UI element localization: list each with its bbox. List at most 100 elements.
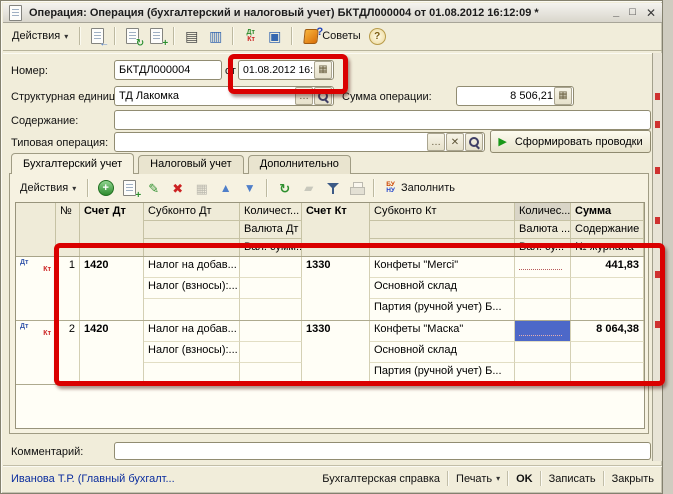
qty-kt-cell[interactable] <box>515 299 571 320</box>
subconto-dt-cell[interactable]: Налог (взносы):... <box>144 278 240 299</box>
fill-button[interactable]: БУНУ Заполнить <box>381 180 460 197</box>
ellipsis-button[interactable]: … <box>295 87 313 105</box>
account-dt-cell[interactable]: 1420 <box>80 321 144 384</box>
qty-dt-cell[interactable] <box>240 363 302 384</box>
header-cur-sum-kt[interactable]: Вал. су... <box>515 239 571 256</box>
subconto-dt-cell[interactable]: Налог на добав... <box>144 257 240 278</box>
qty-dt-cell[interactable] <box>240 257 302 278</box>
save-row-button[interactable]: ▦ <box>191 178 212 199</box>
header-qty-dt[interactable]: Количест... <box>240 203 302 221</box>
subconto-kt-cell[interactable]: Партия (ручной учет) Б... <box>370 299 515 320</box>
header-currency-kt[interactable]: Валюта ... <box>515 221 571 239</box>
journal-cell[interactable] <box>571 363 644 384</box>
operation-sum-field[interactable]: 8 506,21 ▦ <box>456 86 574 106</box>
structure-list-button[interactable]: ▤ <box>181 26 202 47</box>
add-row-button[interactable]: + <box>95 178 116 199</box>
header-acct-kt[interactable]: Счет Кт <box>302 203 370 256</box>
subconto-kt-cell[interactable]: Партия (ручной учет) Б... <box>370 363 515 384</box>
journal-button[interactable]: ▣ <box>264 26 285 47</box>
search-icon[interactable] <box>314 87 332 105</box>
advice-button[interactable]: ? Советы <box>299 27 365 46</box>
close-button[interactable]: Закрыть <box>612 473 654 485</box>
ellipsis-button[interactable]: … <box>427 133 445 151</box>
header-sum[interactable]: Сумма <box>571 203 644 221</box>
header-sub-dt[interactable]: Субконто Дт <box>144 203 240 221</box>
copy-document-button[interactable]: + <box>146 26 167 47</box>
move-up-button[interactable]: ▲ <box>215 178 236 199</box>
row-marker-cell[interactable]: Дт Кт <box>16 321 56 384</box>
subconto-dt-cell[interactable] <box>144 299 240 320</box>
sum-cell[interactable]: 441,83 <box>571 257 644 278</box>
subconto-kt-cell[interactable]: Основной склад <box>370 278 515 299</box>
move-down-button[interactable]: ▼ <box>239 178 260 199</box>
refresh-table-button[interactable]: ↻ <box>274 178 295 199</box>
qty-dt-cell[interactable] <box>240 299 302 320</box>
close-icon[interactable]: ✕ <box>646 7 656 19</box>
qty-kt-cell[interactable] <box>515 363 571 384</box>
typical-operation-field[interactable]: … ✕ <box>114 132 485 152</box>
qty-kt-cell[interactable] <box>515 257 571 278</box>
qty-dt-cell[interactable] <box>240 321 302 342</box>
header-journal-num[interactable]: № журнала <box>571 239 644 256</box>
comment-field[interactable] <box>114 442 651 460</box>
row-number-cell[interactable]: 2 <box>56 321 80 384</box>
account-kt-cell[interactable]: 1330 <box>302 321 370 384</box>
subconto-kt-cell[interactable]: Конфеты "Merci" <box>370 257 515 278</box>
header-acct-dt[interactable]: Счет Дт <box>80 203 144 256</box>
header-marker[interactable] <box>16 203 56 256</box>
subconto-dt-cell[interactable]: Налог на добав... <box>144 321 240 342</box>
qty-kt-cell[interactable] <box>515 278 571 299</box>
ok-button[interactable]: OK <box>516 473 533 485</box>
calendar-icon[interactable]: ▦ <box>314 61 332 79</box>
header-sub-dt-3[interactable] <box>144 239 240 256</box>
header-cur-sum-dt[interactable]: Вал. сумм... <box>240 239 302 256</box>
qty-dt-cell[interactable] <box>240 278 302 299</box>
generate-postings-button[interactable]: ▶ Сформировать проводки <box>490 130 651 153</box>
header-num[interactable]: № <box>56 203 80 256</box>
refresh-document-button[interactable]: ↻ <box>122 26 143 47</box>
delete-row-button[interactable]: ✖ <box>167 178 188 199</box>
header-qty-kt[interactable]: Количес... <box>515 203 571 221</box>
reread-document-button[interactable]: ← <box>87 26 108 47</box>
filter-settings-button[interactable] <box>322 178 343 199</box>
edit-row-button[interactable]: ✎ <box>143 178 164 199</box>
print-table-button[interactable] <box>346 178 367 199</box>
qty-kt-cell[interactable] <box>515 342 571 363</box>
subconto-dt-cell[interactable] <box>144 363 240 384</box>
accounting-reference-button[interactable]: Бухгалтерская справка <box>322 473 440 485</box>
selected-qty-kt-cell[interactable] <box>515 321 571 342</box>
journal-cell[interactable] <box>571 299 644 320</box>
table-actions-menu-button[interactable]: Действия ▾ <box>15 180 81 196</box>
content-cell[interactable] <box>571 342 644 363</box>
actions-menu-button[interactable]: Действия ▾ <box>7 28 73 44</box>
account-kt-cell[interactable]: 1330 <box>302 257 370 320</box>
subconto-kt-cell[interactable]: Конфеты "Маска" <box>370 321 515 342</box>
tab-accounting[interactable]: Бухгалтерский учет <box>11 153 134 174</box>
row-marker-cell[interactable]: Дт Кт <box>16 257 56 320</box>
date-field[interactable]: 01.08.2012 16:12:09 ▦ <box>238 60 334 80</box>
header-sub-dt-2[interactable] <box>144 221 240 239</box>
row-number-cell[interactable]: 1 <box>56 257 80 320</box>
show-postings-button[interactable]: Дт Кт <box>240 26 261 47</box>
content-cell[interactable] <box>571 278 644 299</box>
subconto-dt-cell[interactable]: Налог (взносы):... <box>144 342 240 363</box>
right-scroll-strip[interactable] <box>652 53 662 461</box>
reset-button[interactable]: ▰ <box>298 178 319 199</box>
clear-icon[interactable]: ✕ <box>446 133 464 151</box>
tab-tax[interactable]: Налоговый учет <box>138 155 244 174</box>
content-field[interactable] <box>114 110 651 130</box>
minimize-icon[interactable]: _ <box>613 7 619 18</box>
number-field[interactable]: БКТДЛ000004 <box>114 60 222 80</box>
help-icon[interactable]: ? <box>369 28 386 45</box>
header-sub-kt-3[interactable] <box>370 239 515 256</box>
title-bar[interactable]: Операция: Операция (бухгалтерский и нало… <box>3 3 662 23</box>
qty-dt-cell[interactable] <box>240 342 302 363</box>
maximize-icon[interactable]: □ <box>629 7 636 18</box>
subconto-kt-cell[interactable]: Основной склад <box>370 342 515 363</box>
print-button[interactable]: Печать ▾ <box>456 473 500 485</box>
header-currency-dt[interactable]: Валюта Дт <box>240 221 302 239</box>
account-dt-cell[interactable]: 1420 <box>80 257 144 320</box>
header-sub-kt[interactable]: Субконто Кт <box>370 203 515 221</box>
tab-additional[interactable]: Дополнительно <box>248 155 351 174</box>
responsible-user-link[interactable]: Иванова Т.Р. (Главный бухгалт... <box>11 473 175 485</box>
